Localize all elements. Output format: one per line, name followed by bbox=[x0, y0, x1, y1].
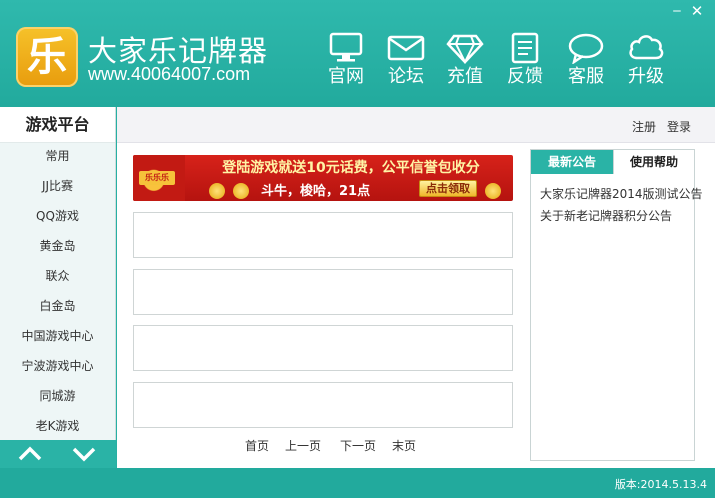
tab-latest-notices[interactable]: 最新公告 bbox=[531, 150, 613, 174]
platform-sidebar: 游戏平台 常用 JJ比赛 QQ游戏 黄金岛 联众 白金岛 中国游戏中心 宁波游戏… bbox=[0, 107, 116, 468]
notice-item[interactable]: 关于新老记牌器积分公告 bbox=[540, 207, 703, 229]
header: ‒ ✕ 乐 大家乐记牌器 www.40064007.com 官网 论坛 充值 反… bbox=[0, 0, 715, 107]
monitor-icon bbox=[329, 32, 363, 62]
banner-badge: 乐乐乐 bbox=[139, 171, 175, 185]
notice-tabs: 最新公告 使用帮助 bbox=[531, 150, 694, 174]
chat-bubble-icon bbox=[568, 33, 604, 64]
sidebar-item-qq[interactable]: QQ游戏 bbox=[0, 203, 115, 233]
app-window: ‒ ✕ 乐 大家乐记牌器 www.40064007.com 官网 论坛 充值 反… bbox=[0, 0, 715, 498]
page-last-link[interactable]: 末页 bbox=[392, 437, 416, 454]
nav-label-feedback: 反馈 bbox=[507, 66, 543, 87]
coin-icon bbox=[485, 183, 501, 199]
content-slot[interactable] bbox=[133, 212, 513, 258]
notice-item[interactable]: 大家乐记牌器2014版测试公告 bbox=[540, 185, 703, 207]
notice-list: 大家乐记牌器2014版测试公告 关于新老记牌器积分公告 bbox=[540, 185, 703, 229]
sidebar-title: 游戏平台 bbox=[0, 107, 115, 143]
nav-forum[interactable]: 论坛 bbox=[380, 32, 432, 92]
page-first-link[interactable]: 首页 bbox=[245, 437, 269, 454]
nav-recharge[interactable]: 充值 bbox=[439, 32, 491, 92]
close-icon[interactable]: ✕ bbox=[688, 4, 706, 20]
nav-label-upgrade: 升级 bbox=[628, 66, 664, 87]
status-bar: 版本:2014.5.13.4 bbox=[0, 468, 715, 498]
nav-label-recharge: 充值 bbox=[447, 66, 483, 87]
sidebar-item-common[interactable]: 常用 bbox=[0, 143, 115, 173]
document-icon bbox=[511, 32, 539, 64]
main-content: 乐乐乐 登陆游戏就送10元话费，公平信誉包收分 斗牛，梭哈，21点 点击领取 首… bbox=[117, 143, 715, 468]
tab-help[interactable]: 使用帮助 bbox=[613, 150, 694, 174]
cloud-icon bbox=[629, 35, 664, 60]
nav-label-official-site: 官网 bbox=[328, 66, 364, 87]
promo-banner[interactable]: 乐乐乐 登陆游戏就送10元话费，公平信誉包收分 斗牛，梭哈，21点 点击领取 bbox=[133, 155, 513, 201]
nav-official-site[interactable]: 官网 bbox=[320, 32, 372, 92]
nav-feedback[interactable]: 反馈 bbox=[499, 32, 551, 92]
coin-icon bbox=[209, 183, 225, 199]
banner-headline: 登陆游戏就送10元话费，公平信誉包收分 bbox=[222, 160, 480, 176]
content-slot[interactable] bbox=[133, 269, 513, 315]
banner-subline: 斗牛，梭哈，21点 bbox=[261, 184, 371, 199]
sidebar-item-china-game-center[interactable]: 中国游戏中心 bbox=[0, 323, 115, 353]
chevron-up-icon[interactable] bbox=[16, 443, 44, 465]
page-next-link[interactable]: 下一页 bbox=[340, 437, 376, 454]
nav-upgrade[interactable]: 升级 bbox=[620, 32, 672, 92]
platform-list: 常用 JJ比赛 QQ游戏 黄金岛 联众 白金岛 中国游戏中心 宁波游戏中心 同城… bbox=[0, 143, 115, 443]
sidebar-item-jj[interactable]: JJ比赛 bbox=[0, 173, 115, 203]
page-prev-link[interactable]: 上一页 bbox=[285, 437, 321, 454]
nav-label-forum: 论坛 bbox=[388, 66, 424, 87]
notice-panel: 最新公告 使用帮助 大家乐记牌器2014版测试公告 关于新老记牌器积分公告 bbox=[530, 149, 703, 461]
coin-icon bbox=[233, 183, 249, 199]
account-bar: 注册 登录 bbox=[117, 107, 715, 143]
login-link[interactable]: 登录 bbox=[667, 118, 691, 135]
sidebar-item-ningbo-game-center[interactable]: 宁波游戏中心 bbox=[0, 353, 115, 383]
nav-label-customer-service: 客服 bbox=[568, 66, 604, 87]
envelope-icon bbox=[387, 35, 425, 61]
sidebar-item-baijindao[interactable]: 白金岛 bbox=[0, 293, 115, 323]
sidebar-item-tongchengyou[interactable]: 同城游 bbox=[0, 383, 115, 413]
nav-customer-service[interactable]: 客服 bbox=[560, 32, 612, 92]
chevron-down-icon[interactable] bbox=[70, 443, 98, 465]
sidebar-item-huangjindao[interactable]: 黄金岛 bbox=[0, 233, 115, 263]
content-slot[interactable] bbox=[133, 382, 513, 428]
content-slot[interactable] bbox=[133, 325, 513, 371]
banner-logo-area: 乐乐乐 bbox=[133, 155, 185, 201]
diamond-icon bbox=[446, 34, 484, 64]
banner-claim-button[interactable]: 点击领取 bbox=[419, 180, 477, 197]
version-label: 版本:2014.5.13.4 bbox=[614, 478, 707, 491]
sidebar-item-laok[interactable]: 老K游戏 bbox=[0, 413, 115, 443]
sidebar-item-lianzhong[interactable]: 联众 bbox=[0, 263, 115, 293]
sidebar-scroll-bar bbox=[0, 440, 116, 468]
minimize-icon[interactable]: ‒ bbox=[668, 4, 686, 20]
register-link[interactable]: 注册 bbox=[632, 118, 656, 135]
app-logo: 乐 bbox=[16, 27, 78, 87]
app-url: www.40064007.com bbox=[88, 64, 251, 84]
